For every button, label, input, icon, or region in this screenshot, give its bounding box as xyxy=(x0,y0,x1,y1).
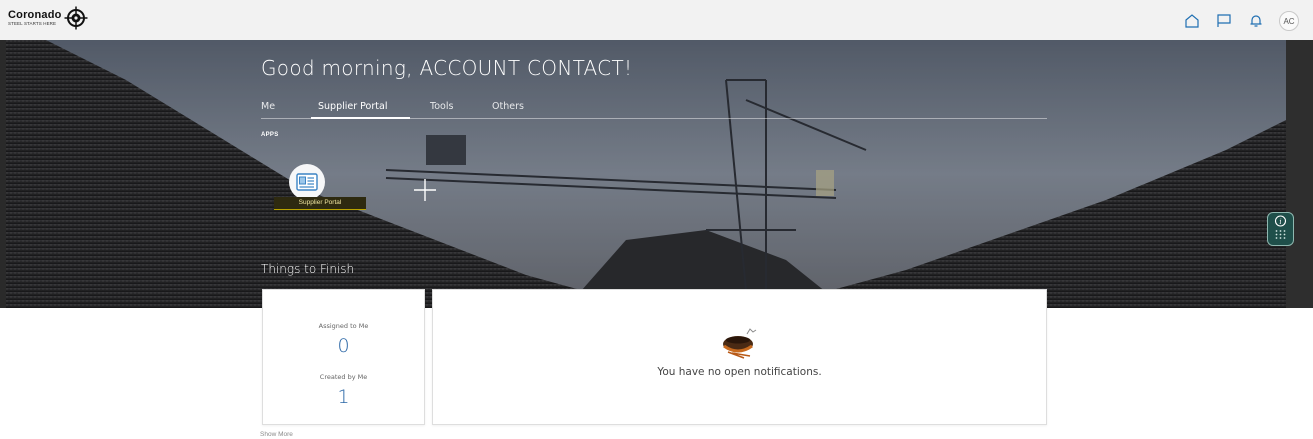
coronado-logo[interactable]: Coronado STEEL STARTS HERE xyxy=(8,6,88,30)
app-label-supplier-portal: Supplier Portal xyxy=(274,197,366,210)
greeting-title: Good morning, ACCOUNT CONTACT! xyxy=(261,56,633,80)
add-app-plus-icon[interactable] xyxy=(413,178,437,202)
assigned-to-me-count[interactable]: 0 xyxy=(263,335,424,357)
tab-supplier-portal[interactable]: Supplier Portal xyxy=(318,101,387,112)
flag-icon[interactable] xyxy=(1215,12,1233,30)
app-tile-supplier-portal[interactable]: Supplier Portal xyxy=(274,164,366,210)
notifications-card: You have no open notifications. xyxy=(432,289,1047,425)
apps-section-label: APPS xyxy=(261,132,279,138)
tab-tools[interactable]: Tools xyxy=(430,101,453,112)
supplier-portal-icon xyxy=(296,173,318,191)
empty-nest-icon xyxy=(723,328,757,359)
svg-text:i: i xyxy=(1279,218,1281,226)
show-more-link[interactable]: Show More xyxy=(260,431,293,438)
things-to-finish-counts-card: Assigned to Me 0 Created by Me 1 xyxy=(262,289,425,425)
created-by-me-label: Created by Me xyxy=(319,373,368,381)
assigned-to-me-label: Assigned to Me xyxy=(318,322,369,330)
tab-me[interactable]: Me xyxy=(261,101,275,112)
tab-others[interactable]: Others xyxy=(492,101,524,112)
things-to-finish-title: Things to Finish xyxy=(261,262,355,276)
no-notifications-message: You have no open notifications. xyxy=(657,366,822,378)
app-icon-circle xyxy=(289,164,325,200)
crosshair-logo-icon xyxy=(64,6,88,30)
hero-banner: Good morning, ACCOUNT CONTACT! Me Suppli… xyxy=(6,40,1286,308)
user-avatar[interactable]: AC xyxy=(1279,11,1299,31)
created-by-me-count[interactable]: 1 xyxy=(263,386,424,408)
side-help-widget[interactable]: i xyxy=(1267,212,1294,246)
logo-tagline: STEEL STARTS HERE xyxy=(8,20,57,26)
logo-name: Coronado xyxy=(8,8,62,21)
springboard-tabs: Me Supplier Portal Tools Others xyxy=(261,99,1047,119)
active-tab-indicator xyxy=(311,117,410,119)
global-header: Coronado STEEL STARTS HERE AC xyxy=(0,0,1313,40)
bell-icon[interactable] xyxy=(1247,12,1265,30)
info-icon: i xyxy=(1274,215,1287,239)
home-icon[interactable] xyxy=(1183,12,1201,30)
coal-stockpile-background-image xyxy=(6,40,1286,308)
hero-edge-right xyxy=(1286,40,1313,308)
